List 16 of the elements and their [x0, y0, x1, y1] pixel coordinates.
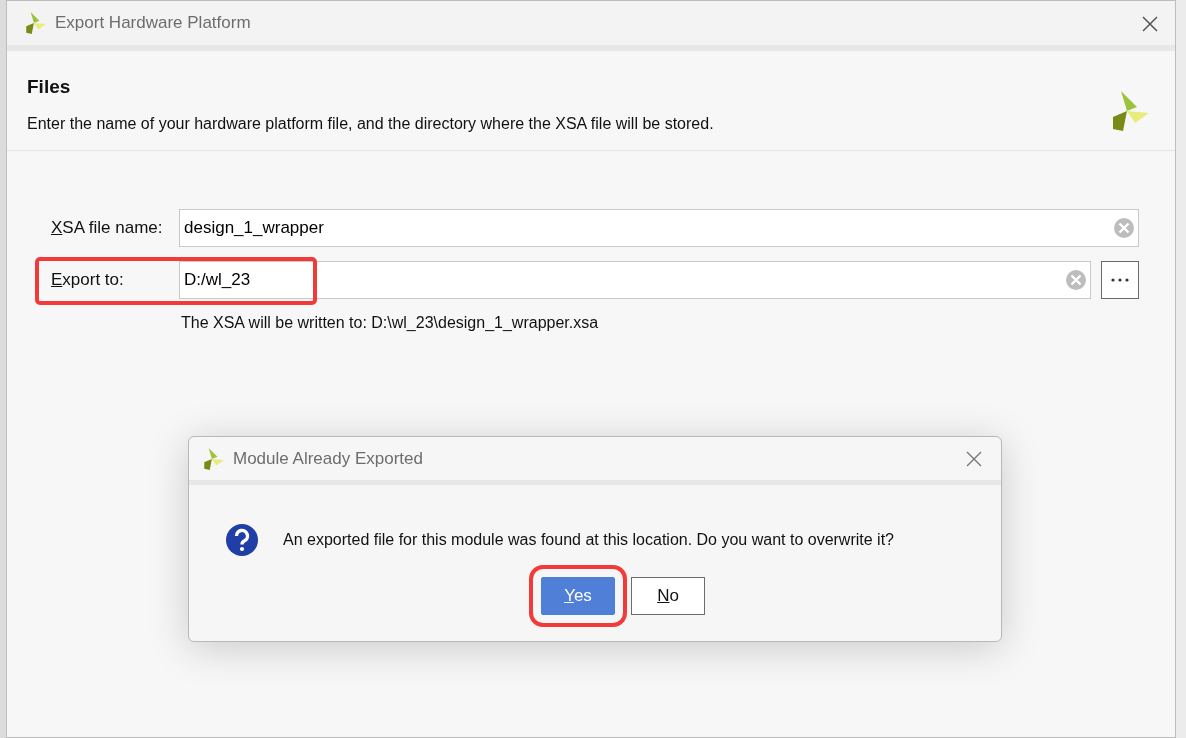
text-field[interactable]: D:/wl_23: [179, 261, 1091, 299]
more-icon: [1110, 278, 1130, 282]
browse-button[interactable]: [1101, 261, 1139, 299]
section-title: Files: [27, 75, 72, 99]
field-label: XSA file name:: [51, 217, 164, 240]
question-icon: [225, 523, 259, 557]
window-title: Export Hardware Platform: [55, 12, 251, 35]
dialog-title: Module Already Exported: [233, 447, 423, 470]
text-field[interactable]: design_1_wrapper: [179, 209, 1139, 247]
logo-icon: [23, 11, 47, 35]
dialog-button[interactable]: No: [631, 577, 705, 615]
field-label: Export to:: [51, 269, 125, 292]
dialog-message: An exported file for this module was found at this location. Do you want to overwrite it?: [283, 530, 894, 550]
output-path-note: The XSA will be written to: D:\wl_23\design_1_wrapper.xsa: [181, 313, 600, 333]
section-description: Enter the name of your hardware platform file, and the directory where the XSA file will be stored.: [27, 113, 715, 134]
logo-icon: [201, 446, 225, 471]
